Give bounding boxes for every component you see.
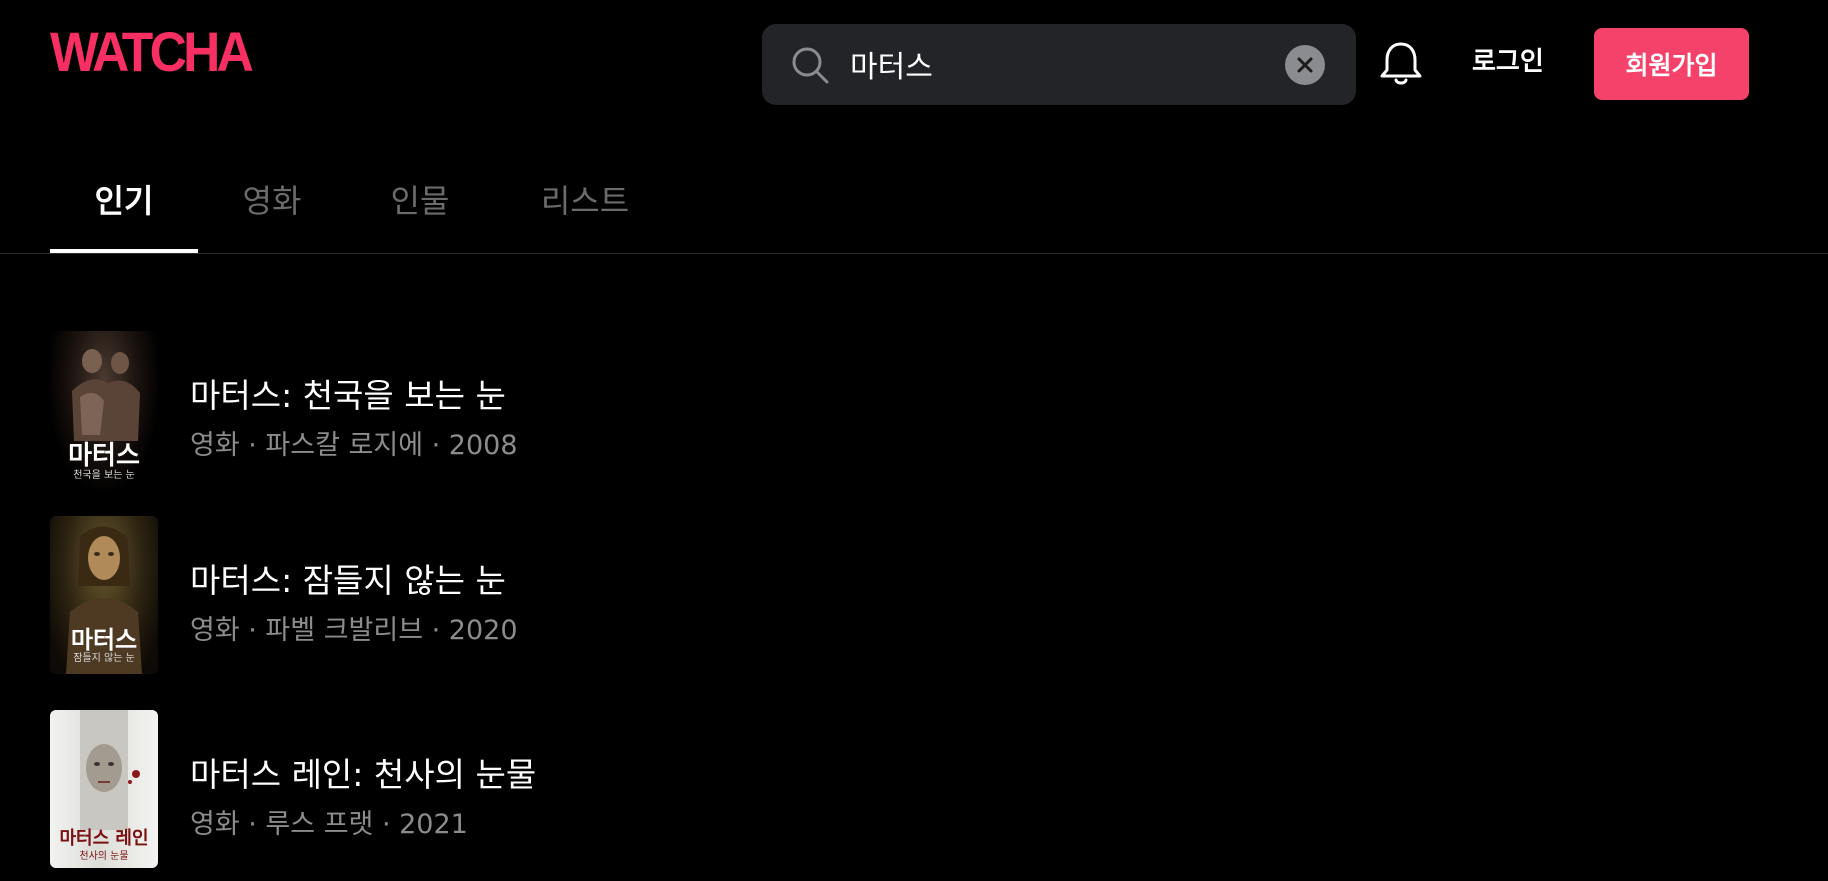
result-meta: 영화 · 파스칼 로지에 · 2008	[190, 430, 518, 461]
poster-subtitle: 천사의 눈물	[79, 851, 129, 862]
result-title: 마터스: 잠들지 않는 눈	[190, 561, 506, 600]
bell-icon[interactable]	[1376, 38, 1426, 88]
poster-image: 마터스 잠들지 않는 눈	[50, 516, 158, 674]
tab-lists[interactable]: 리스트	[530, 176, 640, 222]
signup-button[interactable]: 회원가입	[1594, 28, 1749, 100]
poster-image: 마터스 천국을 보는 눈	[50, 331, 158, 489]
clear-search-button[interactable]	[1285, 45, 1325, 85]
result-item[interactable]: 마터스 천국을 보는 눈 마터스: 천국을 보는 눈 영화 · 파스칼 로지에 …	[50, 331, 850, 489]
poster-image: 마터스 레인 천사의 눈물	[50, 710, 158, 868]
search-input[interactable]	[850, 36, 1250, 92]
result-title: 마터스 레인: 천사의 눈물	[190, 755, 537, 794]
poster-title: 마터스	[70, 626, 138, 654]
active-tab-indicator	[50, 249, 198, 253]
search-icon	[792, 47, 829, 84]
search-bar[interactable]	[762, 24, 1356, 105]
result-meta: 영화 · 루스 프랫 · 2021	[190, 809, 468, 840]
poster-subtitle: 천국을 보는 눈	[73, 470, 135, 481]
search-tabs: 인기 영화 인물 리스트	[0, 128, 1828, 254]
tab-people[interactable]: 인물	[370, 176, 470, 222]
result-item[interactable]: 마터스 레인 천사의 눈물 마터스 레인: 천사의 눈물 영화 · 루스 프랫 …	[50, 710, 850, 868]
watcha-logo[interactable]: WATCHA	[50, 24, 254, 80]
close-icon	[1297, 57, 1313, 73]
poster-subtitle: 잠들지 않는 눈	[73, 653, 135, 664]
result-title: 마터스: 천국을 보는 눈	[190, 376, 506, 415]
result-item[interactable]: 마터스 잠들지 않는 눈 마터스: 잠들지 않는 눈 영화 · 파벨 크발리브 …	[50, 516, 850, 674]
result-meta: 영화 · 파벨 크발리브 · 2020	[190, 615, 518, 646]
tab-movies[interactable]: 영화	[222, 176, 322, 222]
header: WATCHA 로그인 회원가입	[0, 0, 1828, 128]
poster-title: 마터스	[68, 441, 140, 471]
tab-popular[interactable]: 인기	[50, 176, 198, 222]
login-link[interactable]: 로그인	[1472, 44, 1544, 80]
poster-title: 마터스 레인	[59, 828, 149, 849]
